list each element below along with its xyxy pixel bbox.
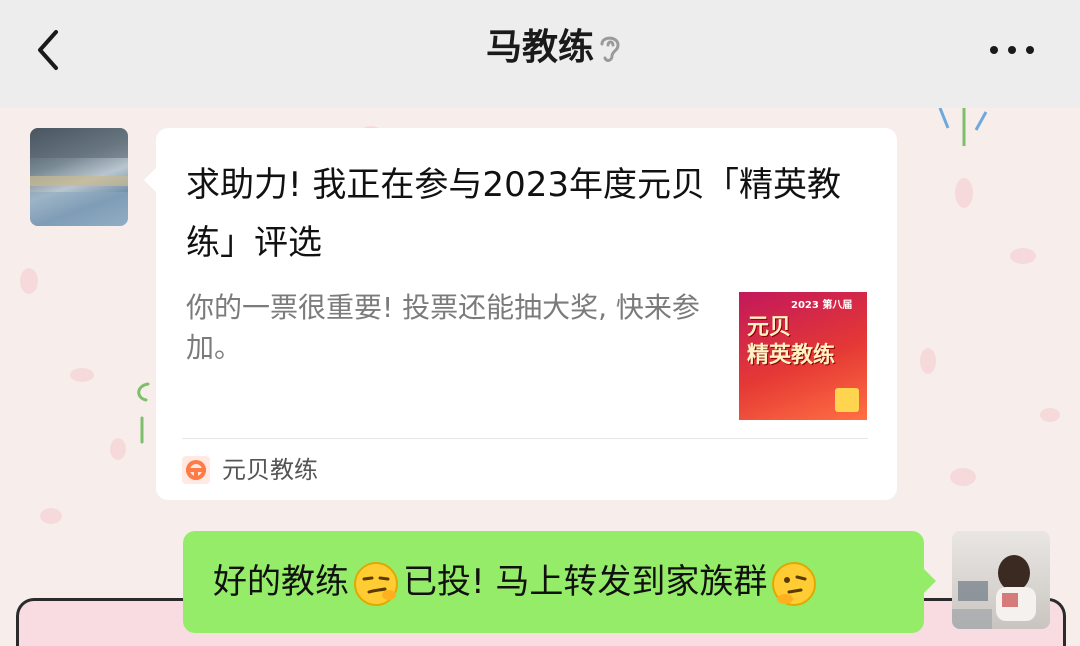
message-text-part2: 已投! 马上转发到家族群 xyxy=(403,562,768,602)
my-text-message[interactable]: 好的教练 已投! 马上转发到家族群 xyxy=(183,531,936,633)
steering-wheel-icon xyxy=(182,456,210,484)
wallpaper-firework-icon xyxy=(938,108,988,146)
link-card-message[interactable]: 求助力! 我正在参与2023年度元贝「精英教练」评选 你的一票很重要! 投票还能… xyxy=(144,128,897,500)
my-avatar[interactable] xyxy=(952,531,1050,629)
chat-header: 马教练 xyxy=(0,0,1080,108)
thumbnail-badge: 2023 第八届 xyxy=(791,300,853,311)
card-title: 求助力! 我正在参与2023年度元贝「精英教练」评选 xyxy=(186,165,841,263)
more-options-button[interactable] xyxy=(982,30,1042,66)
chat-title: 马教练 xyxy=(485,27,594,68)
more-dots-icon xyxy=(990,46,1034,54)
gift-box-icon xyxy=(835,388,859,412)
card-thumbnail: 2023 第八届 元贝 精英教练 xyxy=(739,292,867,420)
card-divider xyxy=(182,438,868,439)
thinking-emoji-icon xyxy=(769,559,819,609)
card-description: 你的一票很重要! 投票还能抽大奖, 快来参加。 xyxy=(186,291,700,364)
thumbnail-line1: 元贝 xyxy=(747,315,792,340)
card-source-name: 元贝教练 xyxy=(222,456,318,484)
ear-icon xyxy=(594,30,626,66)
smirk-emoji-icon xyxy=(351,559,401,609)
wallpaper-doodle-icon xyxy=(137,382,150,444)
thumbnail-line2: 精英教练 xyxy=(747,343,836,368)
contact-avatar[interactable] xyxy=(30,128,128,226)
message-text-part1: 好的教练 xyxy=(213,562,349,602)
